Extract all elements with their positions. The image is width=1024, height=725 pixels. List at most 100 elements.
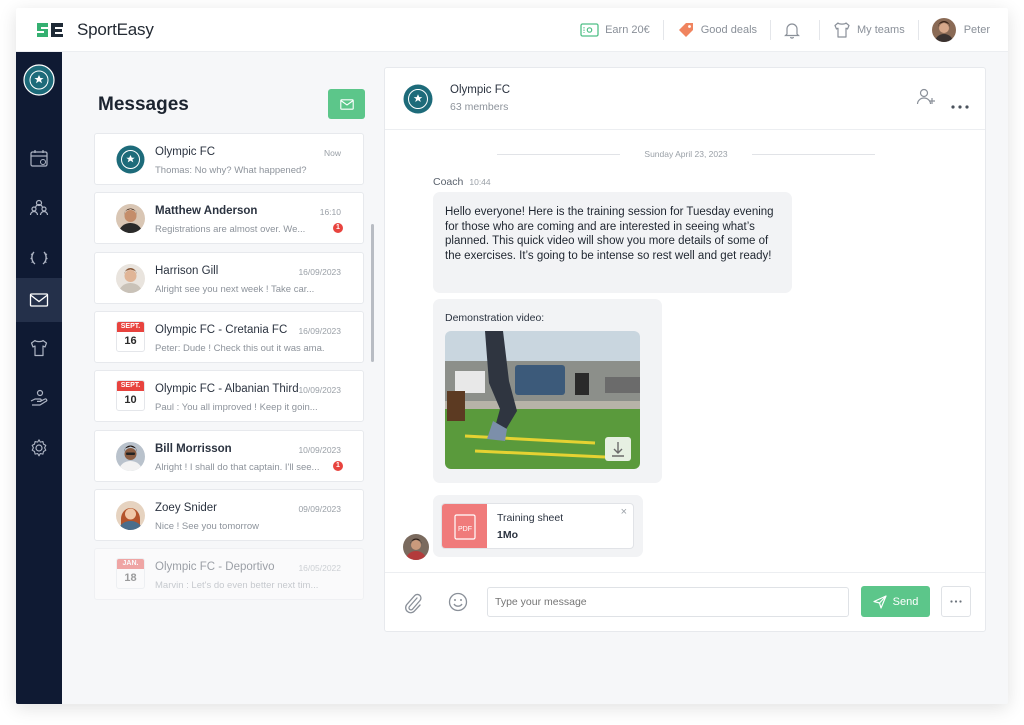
club-logo[interactable] [23,64,55,96]
send-icon [873,594,887,609]
sender-avatar [403,534,429,560]
emoji-button[interactable] [448,592,468,617]
conversation-item[interactable]: SEPT. 10 Olympic FC - Albanian Third Pau… [94,370,364,422]
day-separator-label: Sunday April 23, 2023 [644,149,728,159]
jersey-icon [833,21,851,39]
avatar [116,501,145,530]
event-day: 18 [124,572,137,584]
sidebar-item-settings[interactable] [16,426,62,470]
chat-panel: Olympic FC 63 members Sunday April 23, 2… [384,67,986,632]
team-logo [403,84,433,114]
file-type-label: PDF [458,526,472,533]
more-horizontal-icon [951,105,969,109]
conversation-name: Matthew Anderson [155,205,258,217]
conversation-name: Bill Morrisson [155,443,232,455]
sidebar-item-help[interactable] [16,376,62,420]
paperclip-icon [405,593,422,614]
good-deals-button[interactable]: Good deals [677,8,757,52]
event-date-badge: SEPT. 16 [116,321,145,352]
conversation-date: 10/09/2023 [298,385,341,395]
app-name: SportEasy [77,19,154,39]
avatar [116,442,145,471]
divider [662,20,664,40]
mail-icon [29,293,49,307]
day-separator: Sunday April 23, 2023 [497,149,875,159]
notifications-button[interactable] [784,8,806,52]
message-input[interactable] [487,587,849,617]
conversation-name: Olympic FC - Albanian Third [155,383,299,395]
conversation-name: Olympic FC - Cretania FC [155,324,288,336]
send-button[interactable]: Send [861,586,930,617]
conversation-list-scrollbar[interactable] [371,224,374,362]
event-day: 10 [124,394,137,406]
close-icon[interactable]: × [621,506,627,518]
conversation-item[interactable]: SEPT. 16 Olympic FC - Cretania FC Peter:… [94,311,364,363]
user-name: Peter [963,24,990,36]
conversation-preview: Thomas: No why? What happened? [155,165,307,176]
event-date-badge: SEPT. 10 [116,380,145,411]
sidebar-item-trophies[interactable] [16,236,62,280]
video-thumbnail[interactable] [445,331,640,469]
sidebar-item-teams[interactable] [16,326,62,370]
attach-button[interactable] [403,592,423,619]
earn-button[interactable]: Earn 20€ [580,8,650,52]
trophy-icon [30,251,48,265]
add-user-icon [916,88,935,105]
conversation-item[interactable]: Harrison Gill Alright see you next week … [94,252,364,304]
chat-team-name: Olympic FC [450,84,511,96]
my-teams-button[interactable]: My teams [833,8,905,52]
sporteasy-logo-icon [37,22,63,37]
new-message-button[interactable] [328,89,365,119]
file-message: PDF Training sheet 1Mo × [433,495,643,557]
user-menu[interactable]: Peter [931,8,990,52]
smiley-icon [448,592,468,612]
sidebar-item-calendar[interactable] [16,136,62,180]
mail-icon [339,98,354,110]
add-member-button[interactable] [915,86,937,113]
conversation-item[interactable]: Zoey Snider Nice ! See you tomorrow 09/0… [94,489,364,541]
conversation-preview: Peter: Dude ! Check this out it was ama.… [155,343,325,354]
top-actions: Earn 20€ Good deals My teams Peter [580,8,990,52]
app-logo[interactable]: SportEasy [35,20,154,40]
divider [770,20,772,40]
conversation-date: 16:10 [319,207,341,217]
conversation-item[interactable]: Bill Morrisson Alright ! I shall do that… [94,430,364,482]
sidebar [16,52,62,704]
team-members-icon [29,199,49,216]
pdf-file-icon: PDF [442,504,487,548]
conversation-date: 09/09/2023 [298,504,341,514]
gear-icon [31,439,47,457]
conversation-preview: Marvin : Let's do even better next tim..… [155,580,319,591]
chat-member-count: 63 members [450,101,509,113]
conversation-preview: Paul : You all improved ! Keep it goin..… [155,402,318,413]
file-size: 1Mo [497,529,518,541]
conversation-name: Zoey Snider [155,502,218,514]
conversation-item[interactable]: Matthew Anderson Registrations are almos… [94,192,364,244]
calendar-icon [30,150,48,167]
composer-options-button[interactable] [941,586,971,617]
file-attachment[interactable]: PDF Training sheet 1Mo × [441,503,634,549]
send-label: Send [892,595,919,608]
top-bar: SportEasy Earn 20€ Good deals My teams P… [16,8,1008,52]
user-avatar [931,18,956,42]
divider [819,20,821,40]
sidebar-item-members[interactable] [16,186,62,230]
more-horizontal-icon [950,600,962,603]
chat-options-button[interactable] [951,96,969,114]
author-name: Coach [433,176,464,188]
divider [917,20,919,40]
video-message: Demonstration video: [433,299,662,483]
conversation-preview: Alright ! I shall do that captain. I'll … [155,462,320,473]
conversation-date: 16/09/2023 [298,326,341,336]
conversation-date: 10/09/2023 [298,445,341,455]
messages-title: Messages [98,94,189,115]
conversation-date: 16/05/2022 [298,563,341,573]
conversation-date: Now [323,148,341,158]
earn-label: Earn 20€ [605,24,650,36]
sidebar-item-messages[interactable] [16,278,62,322]
conversation-item[interactable]: JAN. 18 Olympic FC - Deportivo Marvin : … [94,548,364,600]
bell-icon [784,21,800,39]
event-month: SEPT. [117,381,144,391]
conversation-item[interactable]: Olympic FC Thomas: No why? What happened… [94,133,364,185]
event-month: JAN. [117,559,144,569]
